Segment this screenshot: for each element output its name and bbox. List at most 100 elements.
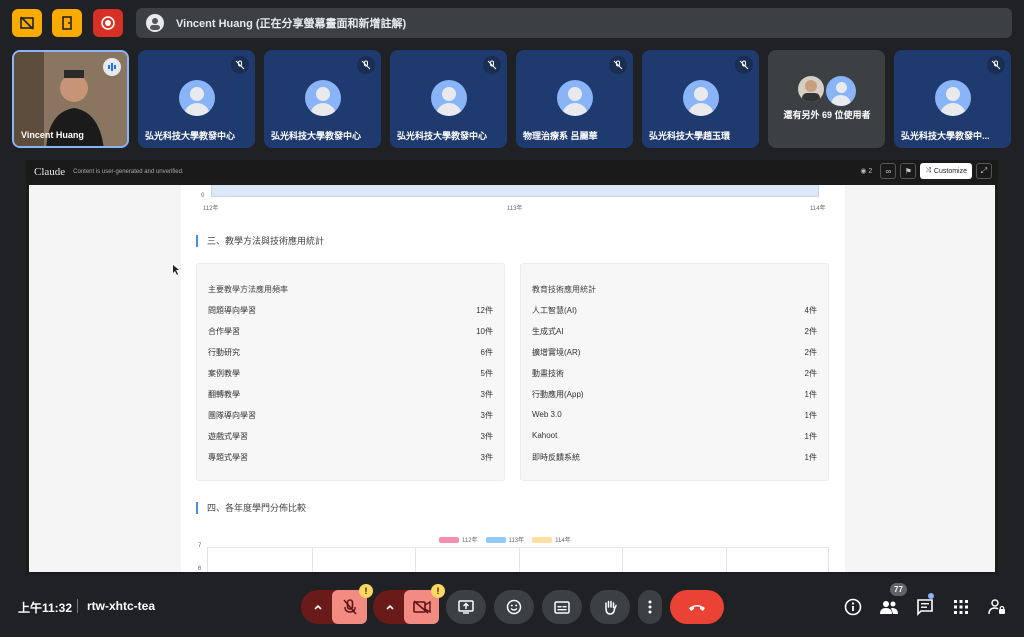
mic-toggle-button[interactable]: ! [332, 584, 373, 624]
avatar [934, 80, 971, 116]
legend-swatch [439, 536, 459, 543]
participant-name: 弘光科技大學教發中... [901, 131, 990, 141]
list-item: 行動研究 6件 [208, 347, 493, 359]
participant-name: 物理治療系 呂麗華 [523, 131, 598, 141]
row-value: 10件 [476, 327, 493, 336]
meeting-info-button[interactable] [841, 595, 865, 619]
chat-button[interactable] [913, 595, 937, 619]
raise-hand-button[interactable] [590, 590, 630, 624]
camera-off-icon [412, 600, 431, 614]
captions-button[interactable] [542, 590, 582, 624]
participant-count-badge: 77 [890, 583, 907, 596]
presenter-avatar [146, 14, 164, 32]
more-vertical-icon [648, 600, 652, 614]
header-actions: ◉ 2 ∞ ⚑ ⤨ Customize ⤢ [860, 163, 992, 179]
row-label: 行動研究 [208, 348, 240, 357]
chat-icon [917, 599, 933, 616]
participant-name: 弘光科技大學教發中心 [271, 131, 362, 141]
row-label: 即時反饋系統 [532, 453, 580, 462]
list-item: 即時反饋系統 1件 [532, 452, 817, 464]
more-participants-tile[interactable]: 還有另外 69 位使用者 [768, 50, 885, 148]
row-label: 擴增實境(AR) [532, 348, 581, 357]
avatar [304, 80, 341, 116]
link-icon[interactable]: ∞ [880, 163, 897, 179]
row-value: 1件 [804, 453, 817, 462]
participant-tile[interactable]: 物理治療系 呂麗華 [516, 50, 633, 148]
more-options-button[interactable] [638, 590, 662, 624]
mic-off-icon [987, 56, 1005, 74]
row-value: 2件 [804, 327, 817, 336]
y-tick-zero: 0 [201, 193, 205, 199]
closed-captions-icon [554, 600, 570, 614]
y-tick: 6 [198, 566, 202, 572]
participant-tile[interactable]: 弘光科技大學教發中... [894, 50, 1011, 148]
flag-icon[interactable]: ⚑ [900, 163, 917, 179]
methods-card: 主要教學方法應用頻率 問題導向學習 12件 合作學習 10件 行動研究 6件 案例教學… [196, 263, 505, 481]
row-label: 翻轉教學 [208, 390, 240, 399]
camera-warning-badge: ! [431, 584, 445, 598]
row-value: 6件 [480, 348, 493, 357]
avatar [556, 80, 593, 116]
top-bar: Vincent Huang (正在分享螢幕畫面和新增註解) [0, 0, 1024, 46]
row-label: 遊戲式學習 [208, 432, 248, 441]
participant-tile[interactable]: 弘光科技大學教發中心 [390, 50, 507, 148]
row-label: Web 3.0 [532, 410, 562, 419]
bottom-control-bar: 上午11:32 rtw-xhtc-tea ! ! 77 [0, 580, 1024, 637]
row-value: 3件 [480, 411, 493, 420]
participant-tile[interactable]: 弘光科技大學教發中心 [138, 50, 255, 148]
record-icon[interactable] [93, 9, 123, 37]
camera-toggle-button[interactable]: ! [404, 584, 445, 624]
document-viewport[interactable]: 0 112年 113年 114年 三、教學方法與技術應用統計 主要教學方法應用頻… [29, 185, 995, 572]
shuffle-icon: ⤨ [925, 167, 931, 174]
customize-label: Customize [933, 167, 967, 175]
card-title: 教育技術應用統計 [532, 285, 596, 294]
claude-brand: Claude [34, 165, 66, 178]
participant-name: 弘光科技大學趙玉環 [649, 131, 731, 141]
list-item: 生成式AI 2件 [532, 326, 817, 338]
activities-button[interactable] [949, 595, 973, 619]
presenter-banner: Vincent Huang (正在分享螢幕畫面和新增註解) [136, 8, 1012, 38]
row-value: 1件 [804, 390, 817, 399]
participant-tile[interactable]: 弘光科技大學教發中心 [264, 50, 381, 148]
row-label: 人工智慧(AI) [532, 306, 577, 315]
row-label: 專題式學習 [208, 453, 248, 462]
no-video-icon[interactable] [12, 9, 42, 37]
chart-legend: 112年 113年 114年 [431, 535, 571, 544]
participant-tile-self[interactable]: Vincent Huang [12, 50, 129, 148]
row-label: Kahoot [532, 431, 558, 440]
meeting-code: rtw-xhtc-tea [87, 599, 156, 613]
legend-swatch [485, 536, 506, 543]
participant-tile[interactable]: 弘光科技大學趙玉環 [642, 50, 759, 148]
list-item: 人工智慧(AI) 4件 [532, 305, 817, 317]
x-tick: 112年 [203, 206, 219, 212]
meeting-time: 上午11:32 [18, 601, 73, 615]
x-tick: 113年 [507, 206, 523, 212]
expand-icon[interactable]: ⤢ [976, 163, 992, 179]
list-item: 動畫技術 2件 [532, 368, 817, 380]
y-tick: 7 [198, 543, 202, 549]
mic-options-chevron-up-icon[interactable] [301, 590, 335, 624]
tech-card: 教育技術應用統計 人工智慧(AI) 4件 生成式AI 2件 擴增實境(AR) 2件 動… [520, 263, 829, 481]
leave-call-button[interactable] [670, 590, 724, 624]
people-button[interactable] [877, 595, 901, 619]
more-participants-label: 還有另外 69 位使用者 [783, 110, 871, 120]
customize-button[interactable]: ⤨ Customize [920, 163, 972, 179]
people-icon [880, 601, 898, 614]
raise-hand-icon [605, 600, 617, 615]
mic-off-icon [735, 56, 753, 74]
hang-up-icon [689, 605, 705, 611]
row-label: 動畫技術 [532, 369, 564, 378]
list-item: 團隊導向學習 3件 [208, 410, 493, 422]
reactions-button[interactable] [494, 590, 534, 624]
camera-options-chevron-up-icon[interactable] [373, 590, 407, 624]
mic-off-icon [231, 56, 249, 74]
content-note: Content is user-generated and unverified… [73, 168, 184, 175]
participant-strip: Vincent Huang 弘光科技大學教發中心 弘光科技大學教發中心 弘光科技… [12, 50, 1012, 148]
door-exit-icon[interactable] [52, 9, 82, 37]
list-item: 問題導向學習 12件 [208, 305, 493, 317]
row-value: 4件 [804, 306, 817, 315]
present-screen-icon [458, 600, 474, 614]
row-value: 3件 [480, 453, 493, 462]
present-screen-button[interactable] [446, 590, 486, 624]
host-controls-button[interactable] [985, 595, 1009, 619]
